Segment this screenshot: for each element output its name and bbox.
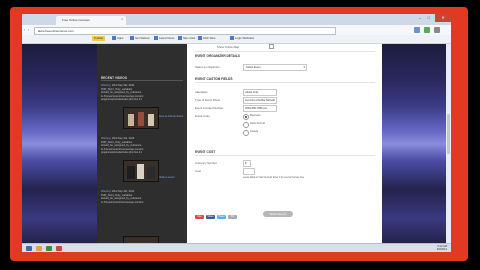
tab-free-online-courses[interactable]: Free Online Courses × (56, 16, 126, 25)
bookmark-item[interactable]: Get Started (130, 36, 149, 41)
organizer-select[interactable]: Select Event ▾ (243, 64, 307, 71)
field-label: Attendees (195, 90, 208, 94)
tab-bar: Free Online Courses × – □ ✕ (22, 14, 451, 25)
taskbar-app-icon[interactable] (56, 246, 62, 251)
radio-business[interactable] (243, 114, 249, 120)
close-tab-icon[interactable]: × (121, 17, 123, 21)
divider (195, 155, 375, 156)
taskbar: 6:22 AM 9/3/2014 (22, 243, 451, 252)
video-thumbnail[interactable] (123, 107, 159, 129)
field-label: Event Contact Number (195, 106, 224, 110)
cost-help-text: Leave blank to hide the field. Enter 0 f… (243, 177, 305, 179)
close-window-button[interactable]: ✕ (435, 14, 451, 22)
radio-semi-formal[interactable] (243, 122, 249, 128)
radio-label: Casual (250, 130, 259, 133)
extension-icon[interactable] (414, 27, 420, 33)
cost-heading: EVENT COST (195, 150, 216, 154)
radio-group-label: Dress Code (195, 114, 210, 118)
video-thumbnail[interactable] (123, 160, 159, 182)
share-button[interactable]: Share (206, 215, 215, 219)
sidebar-post: Warning: Wed Sep 3rd, 2014 PHP_Strict_On… (101, 137, 144, 155)
radio-label: Business (250, 114, 261, 117)
maximize-button[interactable]: □ (428, 15, 430, 20)
cost-input[interactable] (243, 168, 255, 175)
bookmark-item[interactable]: Latest News (154, 36, 174, 41)
url-text: www.freeonlinecourse.com (38, 29, 74, 33)
currency-label: Currency Symbol (195, 161, 217, 165)
contact-number-input[interactable]: 0203-456-7890 ext (243, 105, 277, 112)
taskbar-clock: 6:22 AM 9/3/2014 (436, 245, 447, 251)
background-pattern-left (22, 44, 97, 252)
minimize-button[interactable]: – (419, 15, 421, 20)
bookmark-item[interactable]: Apps (112, 36, 123, 41)
show-map-checkbox[interactable] (269, 44, 274, 49)
divider (195, 82, 375, 83)
url-input[interactable]: www.freeonlinecourse.com ☆ (34, 27, 336, 35)
sidebar: RECENT VIDEOS Warning: Wed Sep 3rd, 2014… (97, 44, 187, 252)
custom-fields-heading: EVENT CUSTOM FIELDS (195, 77, 233, 81)
organizer-heading: EVENT ORGANIZER DETAILS (195, 54, 240, 58)
sidebar-post: Warning: Wed Sep 3rd, 2014 PHP_Strict_On… (101, 190, 144, 204)
event-form: Show Online Map EVENT ORGANIZER DETAILS … (187, 44, 382, 252)
divider (195, 51, 375, 52)
background-pattern-right (382, 44, 451, 252)
scrollbar-thumb[interactable] (447, 114, 450, 154)
taskbar-app-icon[interactable] (46, 246, 52, 251)
browser-window: Free Online Courses × – □ ✕ ‹ › www.free… (22, 14, 451, 252)
chevron-down-icon: ▾ (303, 65, 305, 69)
bookmark-item[interactable]: Web Slice (198, 36, 216, 41)
bookmark-item[interactable]: Toolbar (92, 36, 106, 41)
form-label: Show Online Map (217, 45, 240, 49)
submit-event-button[interactable]: Submit Event (263, 211, 293, 217)
like-button[interactable]: Like (195, 215, 204, 219)
currency-input[interactable]: $ (243, 160, 251, 167)
cost-label: Cost (195, 169, 201, 173)
bookmark-star-icon[interactable]: ☆ (38, 29, 41, 33)
bookmark-item[interactable]: Login Websites (230, 36, 254, 41)
organizer-label: Select an Organizer (195, 65, 220, 69)
page-content: RECENT VIDEOS Warning: Wed Sep 3rd, 2014… (22, 44, 451, 252)
sidebar-post: Warning: Wed Sep 3rd, 2014 PHP_Strict_On… (101, 84, 144, 102)
back-arrow-icon[interactable]: ‹ (24, 27, 25, 32)
video-link[interactable]: Video Lesson (159, 176, 175, 179)
pin-button[interactable]: Pin (228, 215, 237, 219)
tweet-button[interactable]: Tweet (217, 215, 226, 219)
forward-arrow-icon[interactable]: › (28, 27, 29, 32)
radio-casual[interactable] (243, 130, 249, 136)
bookmark-item[interactable]: Site Links (178, 36, 195, 41)
start-button[interactable] (26, 246, 32, 251)
tab-title: Free Online Courses (62, 18, 90, 22)
page-scrollbar[interactable] (446, 44, 451, 252)
attendees-input[interactable]: Adults Only (243, 89, 277, 96)
menu-icon[interactable] (434, 27, 440, 33)
field-label: Type of Event Show (195, 98, 220, 102)
divider (101, 80, 183, 81)
extension-icon[interactable] (424, 27, 430, 33)
event-type-input[interactable]: Live Fine Arts Bar Mitzvah (243, 97, 277, 104)
taskbar-app-icon[interactable] (36, 246, 42, 251)
radio-label: Semi-Formal (250, 122, 265, 125)
bookmarks-bar: Toolbar Apps Get Started Latest News Sit… (22, 35, 451, 44)
video-link[interactable]: How to Add an Event (159, 115, 183, 118)
